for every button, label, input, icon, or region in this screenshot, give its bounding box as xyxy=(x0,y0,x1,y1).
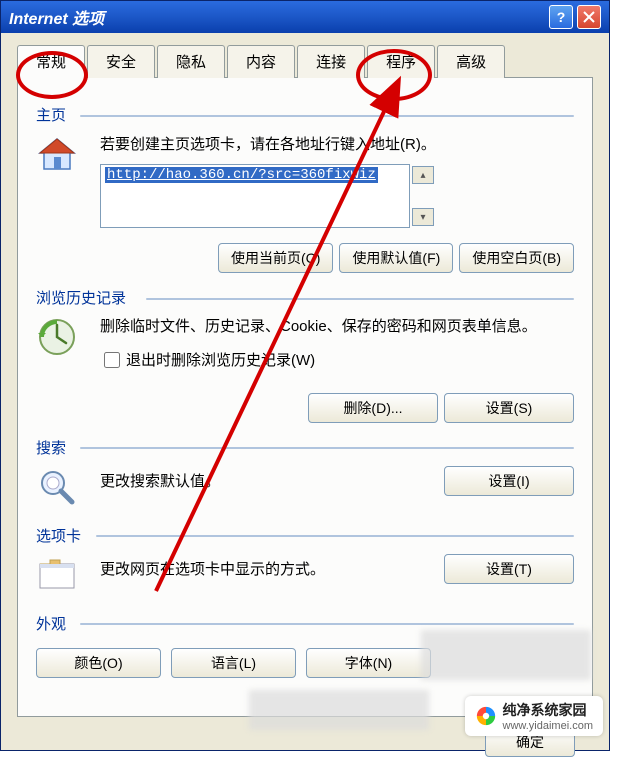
internet-options-window: Internet 选项 ? 常规 安全 隐私 内容 连接 程序 高级 主页 xyxy=(0,0,610,751)
colors-button[interactable]: 颜色(O) xyxy=(36,648,161,678)
fonts-button[interactable]: 字体(N) xyxy=(306,648,431,678)
use-current-page-button[interactable]: 使用当前页(C) xyxy=(218,243,333,273)
close-button[interactable] xyxy=(577,5,601,29)
window-title: Internet 选项 xyxy=(9,5,104,29)
search-icon xyxy=(36,466,84,511)
tabs-instruction: 更改网页在选项卡中显示的方式。 xyxy=(100,558,325,579)
tab-label: 常规 xyxy=(36,54,66,71)
tabs-settings-button[interactable]: 设置(T) xyxy=(444,554,574,584)
homepage-url-selected: http://hao.360.cn/?src=360fixwiz xyxy=(105,167,378,183)
history-instruction: 删除临时文件、历史记录、Cookie、保存的密码和网页表单信息。 xyxy=(100,316,574,339)
search-settings-button[interactable]: 设置(I) xyxy=(444,466,574,496)
search-group-title: 搜索 xyxy=(36,437,574,458)
delete-on-exit-label: 退出时删除浏览历史记录(W) xyxy=(126,349,315,370)
tab-label: 程序 xyxy=(386,54,416,71)
home-icon xyxy=(36,133,84,178)
spin-down-button[interactable]: ▾ xyxy=(412,208,434,226)
use-default-button[interactable]: 使用默认值(F) xyxy=(339,243,453,273)
history-icon xyxy=(36,316,84,361)
tab-content[interactable]: 内容 xyxy=(227,45,295,78)
watermark-url: www.yidaimei.com xyxy=(503,720,593,732)
tabs-group-title: 选项卡 xyxy=(36,525,574,546)
homepage-group-title: 主页 xyxy=(36,104,574,125)
history-settings-button[interactable]: 设置(S) xyxy=(444,393,574,423)
history-group-title: 浏览历史记录 xyxy=(36,287,574,308)
tab-advanced[interactable]: 高级 xyxy=(437,45,505,78)
tab-connections[interactable]: 连接 xyxy=(297,45,365,78)
watermark-logo-icon xyxy=(475,705,497,727)
tab-panel-general: 主页 若要创建主页选项卡，请在各地址行键入地址(R)。 http://hao.3… xyxy=(17,77,593,717)
tab-general[interactable]: 常规 xyxy=(17,45,85,79)
delete-history-button[interactable]: 删除(D)... xyxy=(308,393,438,423)
search-instruction: 更改搜索默认值。 xyxy=(100,470,220,491)
use-blank-button[interactable]: 使用空白页(B) xyxy=(459,243,574,273)
titlebar[interactable]: Internet 选项 ? xyxy=(1,1,609,33)
watermark-badge: 纯净系统家园 www.yidaimei.com xyxy=(465,696,603,736)
watermark-name: 纯净系统家园 xyxy=(503,702,587,718)
tab-label: 连接 xyxy=(316,54,346,71)
tab-label: 高级 xyxy=(456,54,486,71)
tab-label: 隐私 xyxy=(176,54,206,71)
tab-label: 内容 xyxy=(246,54,276,71)
tabs-icon xyxy=(36,554,84,599)
tab-privacy[interactable]: 隐私 xyxy=(157,45,225,78)
help-button[interactable]: ? xyxy=(549,5,573,29)
homepage-instruction: 若要创建主页选项卡，请在各地址行键入地址(R)。 xyxy=(100,133,574,154)
tab-programs[interactable]: 程序 xyxy=(367,45,435,78)
tab-label: 安全 xyxy=(106,54,136,71)
tab-security[interactable]: 安全 xyxy=(87,45,155,78)
language-button[interactable]: 语言(L) xyxy=(171,648,296,678)
spin-up-button[interactable]: ▴ xyxy=(412,166,434,184)
tab-strip: 常规 安全 隐私 内容 连接 程序 高级 xyxy=(17,45,593,78)
delete-on-exit-checkbox[interactable] xyxy=(104,352,120,368)
